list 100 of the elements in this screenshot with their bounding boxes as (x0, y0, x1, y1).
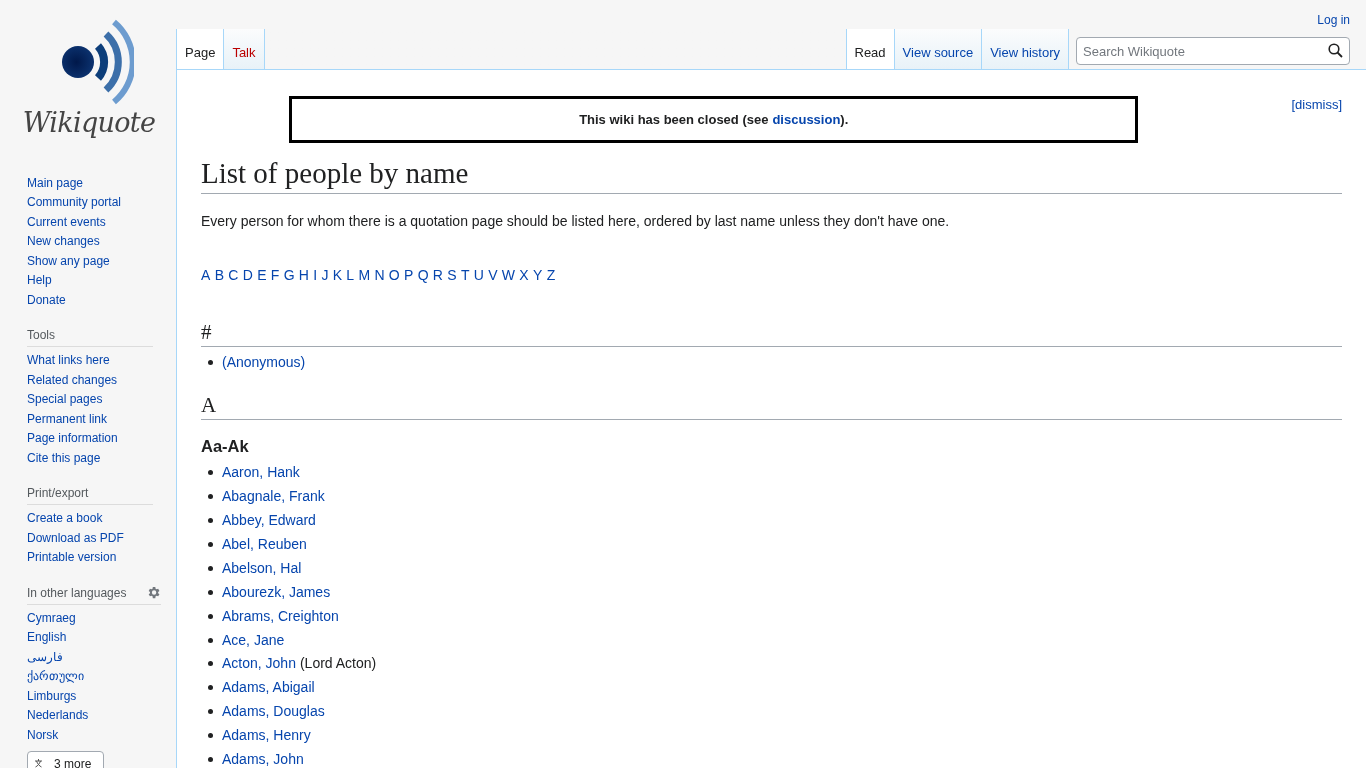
bullet-icon (208, 542, 213, 547)
sidebar-link[interactable]: فارسی (27, 647, 153, 667)
bullet-icon (208, 360, 213, 366)
letter-link[interactable]: S (447, 265, 457, 286)
person-link[interactable]: Abourezk, James (222, 581, 331, 603)
sidebar-link[interactable]: Page information (27, 429, 153, 449)
bullet-icon (208, 565, 213, 571)
person-link[interactable]: Abrams, Creighton (222, 605, 339, 627)
letter-link[interactable]: W (501, 265, 516, 286)
person-link[interactable]: Abelson, Hal (222, 557, 302, 579)
portal-heading: Print/export (27, 485, 89, 502)
bullet-icon (208, 685, 213, 691)
subsection-heading: Aa-Ak (201, 435, 250, 457)
logo-wordmark: Wikiquote (22, 106, 156, 140)
letter-link[interactable]: D (242, 265, 253, 286)
notice-text: This wiki has been closed (see (579, 110, 769, 129)
person-note: (Lord Acton) (299, 654, 377, 674)
letter-link[interactable]: L (346, 265, 355, 286)
person-link[interactable]: Adams, Abigail (222, 677, 315, 699)
person-link[interactable]: Adams, John (222, 749, 304, 768)
person-link[interactable]: Aaron, Hank (222, 462, 300, 484)
letter-link[interactable]: M (358, 265, 371, 286)
view-tab[interactable]: View source (893, 29, 982, 69)
bullet-icon (208, 518, 213, 524)
letter-link[interactable]: P (404, 265, 414, 286)
bullet-icon (208, 709, 213, 715)
sidebar-link[interactable]: Limburgs (27, 686, 153, 706)
person-link[interactable]: Acton, John (222, 653, 296, 675)
view-tab[interactable]: View history (981, 29, 1068, 69)
letter-link[interactable]: H (298, 265, 309, 286)
settings-icon[interactable] (146, 585, 161, 600)
sidebar-link[interactable]: Download as PDF (27, 528, 153, 548)
page-tab[interactable]: Page (176, 29, 224, 69)
discussion-link[interactable]: discussion (772, 109, 841, 130)
bullet-icon (208, 733, 213, 739)
letter-link[interactable]: Q (417, 265, 429, 286)
portal-heading: In other languages (27, 584, 127, 602)
search-field[interactable]: Search Wikiquote (1076, 37, 1350, 65)
letter-link[interactable]: X (519, 265, 529, 286)
sidebar-link[interactable]: Cymraeg (27, 608, 153, 628)
letter-link[interactable]: V (488, 265, 498, 286)
sidebar-link[interactable]: New changes (27, 232, 176, 252)
intro-text: Every person for whom there is a quotation page should be listed here, ordered by last name unless they don't have one. (201, 212, 951, 231)
letter-link[interactable]: F (270, 265, 280, 286)
sidebar-link[interactable]: What links here (27, 351, 153, 371)
sidebar-link[interactable]: English (27, 628, 153, 648)
sidebar-link[interactable]: Cite this page (27, 448, 153, 468)
sidebar-link[interactable]: Donate (27, 290, 176, 310)
page-tab[interactable]: Talk (223, 29, 264, 69)
letter-link[interactable]: U (473, 265, 484, 286)
bullet-icon (208, 637, 213, 643)
letter-link[interactable]: K (332, 265, 343, 286)
letter-link[interactable]: J (321, 265, 329, 286)
bullet-icon (208, 661, 213, 667)
letter-link[interactable]: T (460, 265, 470, 286)
sidebar-link[interactable]: Show any page (27, 251, 176, 271)
sidebar-link[interactable]: Nederlands (27, 706, 153, 726)
more-languages-button[interactable]: 3 more (27, 751, 104, 768)
person-link[interactable]: Adams, Douglas (222, 701, 325, 723)
sidebar-link[interactable]: Norsk (27, 725, 153, 745)
bullet-icon (208, 470, 213, 476)
letter-link[interactable]: Z (546, 265, 556, 286)
person-link[interactable]: Adams, Henry (222, 725, 311, 747)
person-link[interactable]: Abbey, Edward (222, 510, 316, 532)
notice-text: ). (840, 110, 849, 129)
person-link[interactable]: (Anonymous) (222, 352, 306, 374)
person-link[interactable]: Ace, Jane (222, 629, 285, 651)
person-link[interactable]: Abel, Reuben (222, 534, 307, 555)
letter-link[interactable]: A (201, 265, 211, 286)
letter-link[interactable]: R (432, 265, 443, 286)
sidebar-link[interactable]: Special pages (27, 390, 153, 410)
sidebar-link[interactable]: Current events (27, 212, 176, 232)
letter-link[interactable]: I (313, 265, 318, 286)
letter-link[interactable]: N (374, 265, 385, 286)
letter-link[interactable]: G (283, 265, 295, 286)
page-title: List of people by name (201, 155, 1342, 194)
bullet-icon (208, 757, 213, 762)
section-heading: # (201, 319, 1342, 347)
portal-heading: Tools (27, 327, 55, 344)
dismiss-link[interactable]: [dismiss] (1291, 95, 1342, 115)
login-link[interactable]: Log in (1317, 11, 1350, 29)
sidebar-link[interactable]: Help (27, 271, 176, 291)
letter-link[interactable]: C (228, 265, 239, 286)
sidebar-link[interactable]: Related changes (27, 370, 153, 390)
search-icon[interactable] (1328, 43, 1343, 58)
sidebar-link[interactable]: Community portal (27, 193, 176, 213)
sidebar-link[interactable]: Permanent link (27, 409, 153, 429)
letter-link[interactable]: B (214, 265, 224, 286)
section-heading: A (201, 391, 1342, 420)
bullet-icon (208, 613, 213, 619)
view-tab[interactable]: Read (845, 29, 894, 69)
letter-link[interactable]: O (388, 265, 400, 286)
sidebar-link[interactable]: ქართული (27, 667, 153, 687)
sidebar-link[interactable]: Printable version (27, 548, 153, 568)
person-link[interactable]: Abagnale, Frank (222, 486, 325, 508)
bullet-icon (208, 589, 213, 595)
letter-link[interactable]: E (257, 265, 267, 286)
letter-link[interactable]: Y (533, 265, 543, 286)
sidebar-link[interactable]: Main page (27, 173, 176, 193)
sidebar-link[interactable]: Create a book (27, 509, 153, 529)
